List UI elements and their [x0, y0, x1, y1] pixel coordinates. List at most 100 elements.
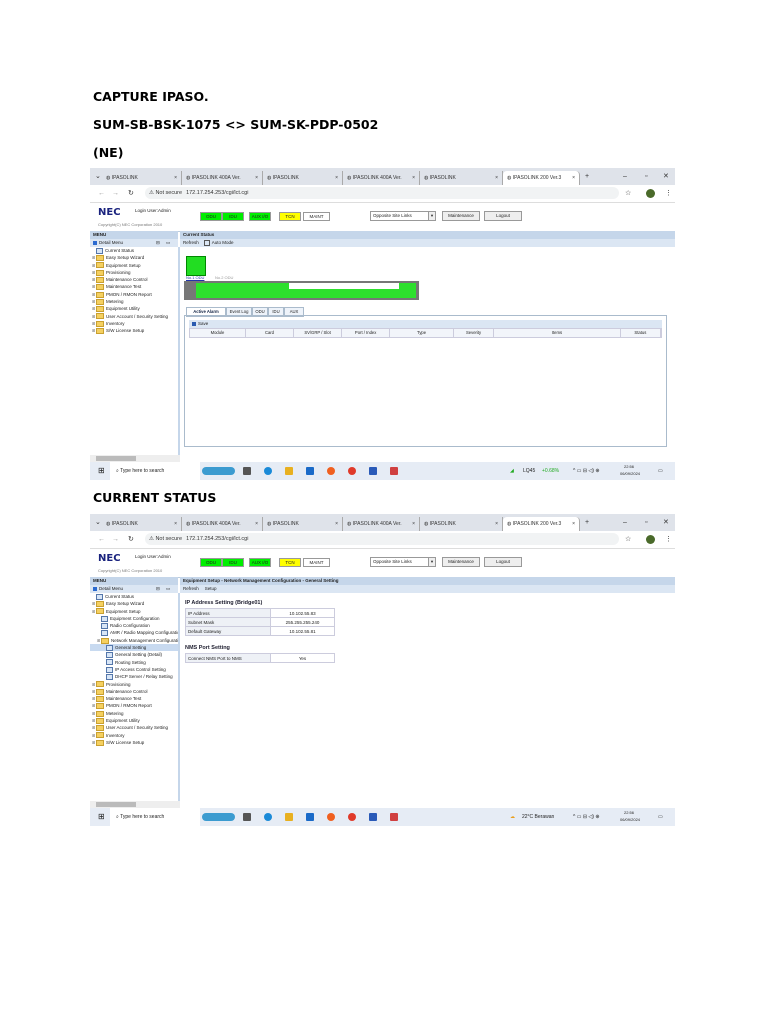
back-icon[interactable]: ← [98, 185, 105, 202]
maintenance-button[interactable]: Maintenance [442, 211, 480, 221]
chrome-icon[interactable] [348, 813, 356, 821]
menu-item[interactable]: ⊞ PMON / RMON Report [90, 702, 178, 710]
forward-icon[interactable]: → [112, 185, 119, 202]
maintenance-button[interactable]: Maintenance [442, 557, 480, 567]
opposite-site-links-select[interactable]: Opposite Site Links [370, 211, 436, 221]
chrome-icon[interactable] [348, 467, 356, 475]
task-view-icon[interactable] [243, 467, 251, 475]
maximize-button[interactable]: ▫ [645, 168, 647, 185]
detail-menu-toggle[interactable]: Detail Menu ⊟ ▭ [90, 585, 178, 593]
mail-icon[interactable] [306, 467, 314, 475]
status-indicator-tcn[interactable]: TCN [279, 212, 301, 221]
column-header[interactable]: Items [494, 329, 621, 337]
menu-item[interactable]: ⊞ Equipment Utility [90, 305, 178, 313]
close-window-button[interactable]: ✕ [663, 168, 669, 185]
taskbar-search[interactable]: ⌕ Type here to search [110, 462, 200, 480]
scroll-thumb[interactable] [96, 802, 136, 807]
tab-close-icon[interactable]: × [174, 171, 177, 185]
profile-avatar[interactable] [646, 189, 655, 198]
expand-all-icon[interactable]: ⊟ [156, 239, 160, 247]
setup-button[interactable]: Setup [205, 586, 217, 591]
notification-icon[interactable]: ▭ [658, 808, 663, 826]
collapse-all-icon[interactable]: ▭ [166, 585, 170, 593]
tab-close-icon[interactable]: × [495, 171, 498, 185]
column-header[interactable]: Card [246, 329, 295, 337]
minimize-button[interactable]: – [623, 168, 627, 185]
menu-item[interactable]: ⊞ Easy Setup Wizard [90, 600, 178, 608]
reload-icon[interactable]: ↻ [128, 185, 134, 202]
checkbox-checked-icon[interactable] [93, 240, 97, 245]
edge-icon[interactable] [264, 467, 272, 475]
menu-item[interactable]: Radio Configuration [90, 622, 178, 629]
browser-tab[interactable]: ◍ IPASOLINK × [102, 517, 182, 531]
browser-tab[interactable]: ◍ IPASOLINK × [263, 171, 343, 185]
save-icon[interactable] [192, 321, 196, 326]
edge-icon[interactable] [264, 813, 272, 821]
menu-item[interactable]: ⊞ User Account / Security Setting [90, 313, 178, 320]
menu-item[interactable]: ⊞ Equipment Setup [90, 608, 178, 615]
browser-menu-icon[interactable]: ⋮ [665, 531, 672, 548]
column-header[interactable]: Severity [454, 329, 495, 337]
collapse-all-icon[interactable]: ▭ [166, 239, 170, 247]
menu-item[interactable]: ⊞ Provisioning [90, 681, 178, 688]
refresh-button[interactable]: Refresh [183, 586, 199, 591]
weather-widget-icon[interactable] [202, 467, 235, 475]
refresh-button[interactable]: Refresh [183, 240, 199, 245]
horizontal-scrollbar[interactable] [90, 455, 180, 462]
menu-item[interactable]: ⊞ Inventory [90, 320, 178, 327]
browser-tab[interactable]: ◍ IPASOLINK 400A Ver. × [343, 171, 420, 185]
opposite-site-links-select[interactable]: Opposite Site Links [370, 557, 436, 567]
menu-item[interactable]: ⊞ Maintenance Test [90, 283, 178, 291]
url-field[interactable]: ⚠ Not secure 172.17.254.253/cgi/lct.cgi [145, 187, 619, 199]
column-header[interactable]: SV/GRP / Slot [294, 329, 343, 337]
tab-close-icon[interactable]: × [572, 517, 575, 531]
browser-tab[interactable]: ◍ IPASOLINK × [102, 171, 182, 185]
expand-all-icon[interactable]: ⊟ [156, 585, 160, 593]
menu-item[interactable]: ⊞ Maintenance Control [90, 688, 178, 695]
menu-item[interactable]: ⊞ S/W License Setup [90, 739, 178, 746]
column-header[interactable]: Port / Index [342, 329, 391, 337]
close-window-button[interactable]: ✕ [663, 514, 669, 531]
status-indicator-odu[interactable]: ODU [200, 558, 222, 567]
bookmark-star-icon[interactable]: ☆ [625, 185, 631, 202]
forward-icon[interactable]: → [112, 531, 119, 548]
reload-icon[interactable]: ↻ [128, 531, 134, 548]
browser-menu-icon[interactable]: ⋮ [665, 185, 672, 202]
menu-item[interactable]: ⊞ Equipment Utility [90, 717, 178, 724]
minimize-button[interactable]: – [623, 514, 627, 531]
status-indicator-odu[interactable]: ODU [200, 212, 222, 221]
logout-button[interactable]: Logout [484, 557, 522, 567]
app-icon[interactable] [390, 467, 398, 475]
browser-tab[interactable]: ◍ IPASOLINK 400A Ver. × [182, 517, 263, 531]
new-tab-button[interactable]: + [585, 514, 589, 531]
menu-item[interactable]: ⊞ PMON / RMON Report [90, 291, 178, 298]
tab-close-icon[interactable]: × [255, 517, 258, 531]
tab-close-icon[interactable]: × [174, 517, 177, 531]
tab-search-icon[interactable]: ⌄ [95, 168, 101, 185]
menu-item[interactable]: Equipment Configuration [90, 615, 178, 622]
menu-item[interactable]: AMR / Radio Mapping Configuration [90, 629, 178, 637]
app-icon[interactable] [390, 813, 398, 821]
tab-close-icon[interactable]: × [335, 517, 338, 531]
auto-mode-checkbox[interactable] [203, 239, 210, 246]
file-explorer-icon[interactable] [285, 467, 293, 475]
url-field[interactable]: ⚠ Not secure 172.17.254.253/cgi/lct.cgi [145, 533, 619, 545]
tab-close-icon[interactable]: × [495, 517, 498, 531]
word-icon[interactable] [369, 813, 377, 821]
word-icon[interactable] [369, 467, 377, 475]
status-indicator-tcn[interactable]: TCN [279, 558, 301, 567]
task-view-icon[interactable] [243, 813, 251, 821]
browser-tab[interactable]: ◍ IPASOLINK 200 Ver.3 × [503, 171, 580, 185]
menu-item[interactable]: ⊞ Metering [90, 298, 178, 305]
maximize-button[interactable]: ▫ [645, 514, 647, 531]
menu-item[interactable]: IP Access Control Setting [90, 666, 178, 673]
detail-menu-toggle[interactable]: Detail Menu ⊟ ▭ [90, 239, 178, 247]
bookmark-star-icon[interactable]: ☆ [625, 531, 631, 548]
notification-icon[interactable]: ▭ [658, 462, 663, 480]
menu-item[interactable]: ⊞ Equipment Setup [90, 262, 178, 269]
menu-item[interactable]: ⊞ Inventory [90, 732, 178, 739]
tab-close-icon[interactable]: × [572, 171, 575, 185]
browser-tab[interactable]: ◍ IPASOLINK × [263, 517, 343, 531]
menu-item[interactable]: DHCP Server / Relay Setting [90, 673, 178, 681]
browser-tab[interactable]: ◍ IPASOLINK 200 Ver.3 × [503, 517, 580, 531]
